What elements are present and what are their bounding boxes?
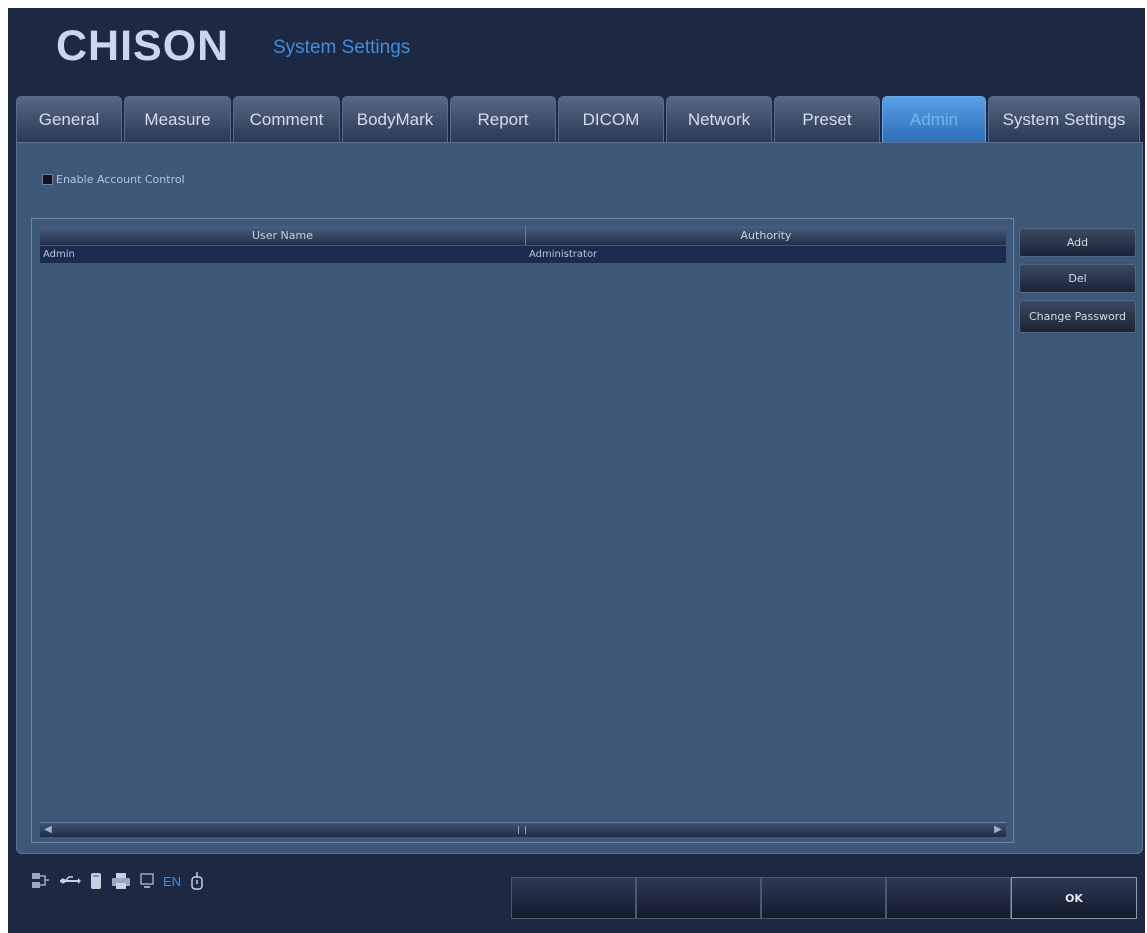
softkey-1[interactable] <box>511 877 636 919</box>
column-header-user-name[interactable]: User Name <box>40 226 526 245</box>
softkey-4[interactable] <box>886 877 1011 919</box>
tab-comment[interactable]: Comment <box>233 96 340 142</box>
tab-dicom[interactable]: DICOM <box>558 96 664 142</box>
network-icon <box>30 871 50 891</box>
table-header: User Name Authority <box>40 226 1006 245</box>
del-button[interactable]: Del <box>1019 264 1136 293</box>
chison-logo: CHISON <box>56 22 230 70</box>
user-table: User Name Authority Admin Administrator … <box>31 218 1014 843</box>
horizontal-scrollbar[interactable]: ◀ ▶ <box>40 822 1006 837</box>
change-password-button[interactable]: Change Password <box>1019 300 1136 333</box>
monitor-icon <box>140 873 154 889</box>
system-settings-window: CHISON System Settings General Measure C… <box>8 8 1145 933</box>
admin-panel: Enable Account Control User Name Authori… <box>16 142 1143 854</box>
usb-icon <box>59 874 81 888</box>
account-control-label: Enable Account Control <box>56 173 185 186</box>
tab-preset[interactable]: Preset <box>774 96 880 142</box>
ok-button[interactable]: OK <box>1011 877 1137 919</box>
tab-system-settings[interactable]: System Settings <box>988 96 1140 142</box>
softkey-3[interactable] <box>761 877 886 919</box>
tab-bodymark[interactable]: BodyMark <box>342 96 448 142</box>
enable-account-control[interactable]: Enable Account Control <box>42 173 185 186</box>
disk-icon <box>90 872 102 890</box>
column-header-authority[interactable]: Authority <box>526 226 1006 245</box>
softkey-2[interactable] <box>636 877 761 919</box>
tab-report[interactable]: Report <box>450 96 556 142</box>
scroll-left-icon[interactable]: ◀ <box>42 824 54 836</box>
cell-authority: Administrator <box>529 249 598 260</box>
keyboard-icon <box>190 871 204 891</box>
table-row[interactable]: Admin Administrator <box>40 246 1006 263</box>
status-bar: EN <box>30 871 204 891</box>
tab-admin[interactable]: Admin <box>882 96 986 142</box>
tab-network[interactable]: Network <box>666 96 772 142</box>
cell-user-name: Admin <box>43 249 75 260</box>
tab-measure[interactable]: Measure <box>124 96 231 142</box>
tab-bar: General Measure Comment BodyMark Report … <box>8 96 1145 142</box>
scroll-right-icon[interactable]: ▶ <box>992 824 1004 836</box>
page-title: System Settings <box>273 37 411 58</box>
add-button[interactable]: Add <box>1019 228 1136 257</box>
language-indicator[interactable]: EN <box>163 874 181 889</box>
scroll-thumb[interactable] <box>518 826 526 834</box>
printer-icon <box>111 872 131 890</box>
account-control-checkbox[interactable] <box>42 174 53 185</box>
softkey-bar: OK <box>511 877 1137 919</box>
tab-general[interactable]: General <box>16 96 122 142</box>
